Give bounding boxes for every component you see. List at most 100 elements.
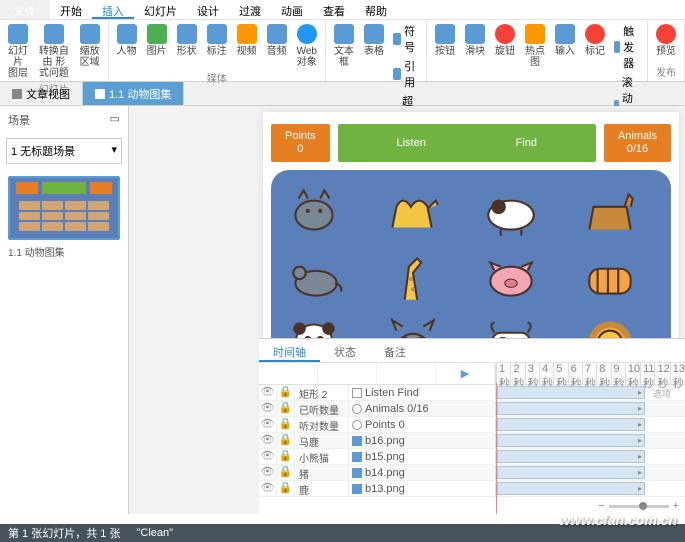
bottom-panel: 时间轴 状态 备注 ▶ 1 秒 2 秒 3 秒 4 秒 5 秒 6 秒 7 秒 …: [259, 338, 685, 514]
btn-zoom-region[interactable]: 缩放 区域: [76, 22, 104, 81]
timeline-track[interactable]: ▸: [496, 433, 685, 448]
btn-shape[interactable]: 形状: [173, 22, 201, 70]
btn-preview[interactable]: 预览: [652, 22, 680, 59]
btn-trigger[interactable]: 触发器: [611, 22, 643, 72]
timeline-ruler[interactable]: 1 秒 2 秒 3 秒 4 秒 5 秒 6 秒 7 秒 8 秒 9 秒 10 秒…: [496, 363, 685, 384]
animal-tiger[interactable]: [579, 250, 641, 302]
animal-pig[interactable]: [480, 250, 542, 302]
layer-object: Listen Find: [349, 385, 496, 400]
lock-toggle[interactable]: 🔒: [277, 433, 295, 448]
animal-cat[interactable]: [283, 186, 345, 238]
visibility-toggle[interactable]: 👁: [259, 401, 277, 416]
visibility-toggle[interactable]: 👁: [259, 433, 277, 448]
timeline-rows: 👁🔒矩形 2Listen Find▸👁🔒已听数量Animals 0/16▸👁🔒听…: [259, 385, 685, 514]
timeline-bar[interactable]: ▸: [497, 434, 645, 447]
layer-object: b13.png: [349, 481, 496, 496]
scene-dropdown[interactable]: 1 无标题场景▾: [6, 138, 122, 164]
timeline-row[interactable]: 👁🔒已听数量Animals 0/16▸: [259, 401, 685, 417]
slide-thumbnail[interactable]: [8, 176, 120, 240]
menu-bar: 文件 开始 插入 幻灯片 设计 过渡 动画 查看 帮助: [0, 0, 685, 20]
bottom-tabs: 时间轴 状态 备注: [259, 339, 685, 363]
btn-convert-freeform[interactable]: 转换自由 形式问题: [34, 22, 74, 81]
timeline-row[interactable]: 👁🔒猪b14.png▸: [259, 465, 685, 481]
timeline-row[interactable]: 👁🔒矩形 2Listen Find▸: [259, 385, 685, 401]
animal-dog[interactable]: [579, 186, 641, 238]
layer-name: 小熊猫: [295, 449, 349, 464]
lock-toggle[interactable]: 🔒: [277, 465, 295, 480]
btn-slide-layer[interactable]: 幻灯片 图层: [4, 22, 32, 81]
lock-toggle[interactable]: 🔒: [277, 481, 295, 496]
visibility-toggle[interactable]: 👁: [259, 481, 277, 496]
group-label-publish: 发布: [652, 64, 680, 81]
timeline-track[interactable]: ▸: [496, 465, 685, 480]
scene-sidebar: 场景 ▭ 1 无标题场景▾ 1.1 动物图集: [0, 106, 129, 514]
tab-timeline[interactable]: 时间轴: [259, 339, 320, 362]
status-slide-count: 第 1 张幻灯片，共 1 张: [8, 525, 120, 541]
visibility-toggle[interactable]: 👁: [259, 465, 277, 480]
zoom-control[interactable]: −+: [598, 500, 679, 512]
visibility-toggle[interactable]: 👁: [259, 385, 277, 400]
timeline-bar[interactable]: ▸: [497, 466, 645, 479]
zoom-in-icon[interactable]: +: [673, 500, 679, 512]
animals-box[interactable]: Animals0/16: [604, 124, 671, 162]
menu-help[interactable]: 帮助: [355, 0, 397, 19]
button-icon: [435, 24, 455, 44]
ribbon: 幻灯片 图层 转换自由 形式问题 缩放 区域 幻灯片 人物 图片 形状 标注 视…: [0, 20, 685, 82]
btn-video[interactable]: 视频: [233, 22, 261, 70]
timeline-bar[interactable]: ▸: [497, 386, 645, 399]
animal-sheep[interactable]: [480, 186, 542, 238]
btn-symbol[interactable]: 符号: [390, 22, 422, 56]
lock-toggle[interactable]: 🔒: [277, 385, 295, 400]
timeline-bar[interactable]: ▸: [497, 482, 645, 495]
btn-audio[interactable]: 音频: [263, 22, 291, 70]
menu-slides[interactable]: 幻灯片: [134, 0, 187, 19]
doctab-article[interactable]: 文章视图: [0, 82, 83, 105]
visibility-toggle[interactable]: 👁: [259, 417, 277, 432]
menu-view[interactable]: 查看: [313, 0, 355, 19]
timeline-bar[interactable]: ▸: [497, 402, 645, 415]
btn-person[interactable]: 人物: [113, 22, 141, 70]
timeline-header: ▶ 1 秒 2 秒 3 秒 4 秒 5 秒 6 秒 7 秒 8 秒 9 秒 10…: [259, 363, 685, 385]
lock-toggle[interactable]: 🔒: [277, 417, 295, 432]
timeline-track[interactable]: ▸: [496, 449, 685, 464]
file-menu[interactable]: 文件: [0, 0, 50, 19]
timeline-bar[interactable]: ▸: [497, 450, 645, 463]
visibility-toggle[interactable]: 👁: [259, 449, 277, 464]
doctab-animals[interactable]: 1.1 动物图集: [83, 82, 184, 105]
btn-web[interactable]: Web 对象: [293, 22, 321, 70]
timeline-row[interactable]: 👁🔒鹿b13.png▸: [259, 481, 685, 497]
timeline-track[interactable]: ▸: [496, 401, 685, 416]
playhead[interactable]: [496, 383, 497, 514]
canvas[interactable]: Points0 ListenFind Animals0/16: [129, 106, 685, 514]
menu-transition[interactable]: 过渡: [229, 0, 271, 19]
menu-insert[interactable]: 插入: [92, 0, 134, 19]
menu-design[interactable]: 设计: [187, 0, 229, 19]
btn-reference[interactable]: 引用: [390, 57, 422, 91]
menu-animation[interactable]: 动画: [271, 0, 313, 19]
person-icon: [117, 24, 137, 44]
points-box[interactable]: Points0: [271, 124, 330, 162]
tab-notes[interactable]: 备注: [370, 339, 420, 362]
timeline-row[interactable]: 👁🔒小熊猫b15.png▸: [259, 449, 685, 465]
timeline-bar[interactable]: ▸: [497, 418, 645, 431]
lock-toggle[interactable]: 🔒: [277, 449, 295, 464]
lock-toggle[interactable]: 🔒: [277, 401, 295, 416]
tab-state[interactable]: 状态: [320, 339, 370, 362]
zoom-slider[interactable]: [609, 505, 669, 508]
timeline-track[interactable]: ▸: [496, 481, 685, 496]
timeline-track[interactable]: ▸: [496, 417, 685, 432]
sidebar-menu-button[interactable]: ▭: [110, 112, 120, 128]
menu-start[interactable]: 开始: [50, 0, 92, 19]
ribbon-group-slide: 幻灯片 图层 转换自由 形式问题 缩放 区域 幻灯片: [0, 20, 109, 81]
hotspot-icon: [525, 24, 545, 44]
animal-giraffe[interactable]: [382, 250, 444, 302]
btn-image[interactable]: 图片: [143, 22, 171, 70]
zoom-out-icon[interactable]: −: [598, 500, 604, 512]
btn-callout[interactable]: 标注: [203, 22, 231, 70]
animal-mouse[interactable]: [283, 250, 345, 302]
play-icon[interactable]: ▶: [461, 367, 469, 380]
animal-camel[interactable]: [382, 186, 444, 238]
listen-find-box[interactable]: ListenFind: [338, 124, 596, 162]
timeline-row[interactable]: 👁🔒马鹿b16.png▸: [259, 433, 685, 449]
timeline-row[interactable]: 👁🔒听对数量Points 0▸: [259, 417, 685, 433]
